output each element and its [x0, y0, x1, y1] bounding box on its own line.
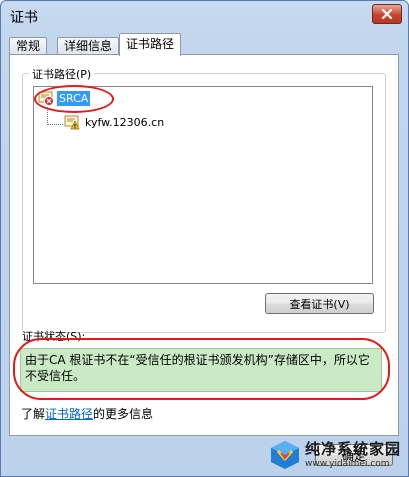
title-bar[interactable]: 证书	[1, 1, 408, 31]
tree-node-label: SRCA	[57, 90, 91, 106]
tree-connector	[47, 124, 63, 125]
cert-status-label: 证书状态(S):	[22, 330, 86, 343]
view-certificate-button[interactable]: 查看证书(V)	[265, 293, 374, 314]
watermark-text: 纯净系统家园 www.yidaimei.com	[305, 440, 401, 470]
learn-more: 了解证书路径的更多信息	[21, 405, 153, 422]
cert-path-group: 证书路径(P) SRCA kyfw.12306.cn 查看证书(V)	[22, 66, 386, 333]
tab-details[interactable]: 详细信息	[57, 37, 120, 55]
learn-more-prefix: 了解	[21, 407, 46, 421]
cert-path-label: 证书路径(P)	[29, 66, 95, 82]
tab-general[interactable]: 常规	[9, 37, 48, 55]
watermark: 纯净系统家园 www.yidaimei.com	[269, 435, 407, 475]
watermark-url: www.yidaimei.com	[305, 459, 390, 469]
close-icon	[381, 9, 393, 19]
learn-more-suffix: 的更多信息	[93, 407, 154, 421]
watermark-logo-icon	[271, 441, 299, 469]
cert-error-icon	[38, 91, 54, 106]
watermark-title: 纯净系统家园	[305, 440, 402, 458]
window-title: 证书	[10, 10, 38, 26]
tree-node-label: kyfw.12306.cn	[85, 115, 165, 129]
tree-node-child[interactable]: kyfw.12306.cn	[64, 113, 166, 131]
cert-path-tree[interactable]: SRCA kyfw.12306.cn	[33, 85, 373, 284]
tab-certification-path[interactable]: 证书路径	[119, 33, 182, 56]
cert-status-box[interactable]: 由于CA 根证书不在“受信任的根证书颁发机构”存储区中，所以它不受信任。	[20, 348, 382, 392]
tab-panel: 证书路径(P) SRCA kyfw.12306.cn 查看证书(V) 证书状态(…	[9, 54, 399, 436]
tree-node-root[interactable]: SRCA	[38, 89, 91, 107]
cert-path-link[interactable]: 证书路径	[45, 407, 93, 421]
cert-warning-icon	[64, 115, 80, 130]
tab-strip: 常规 详细信息 证书路径	[9, 33, 404, 56]
tree-connector	[47, 107, 48, 125]
close-button[interactable]	[372, 4, 402, 24]
certificate-dialog: 证书 常规 详细信息 证书路径 证书路径(P) SRCA kyfw.12306.…	[0, 0, 409, 477]
